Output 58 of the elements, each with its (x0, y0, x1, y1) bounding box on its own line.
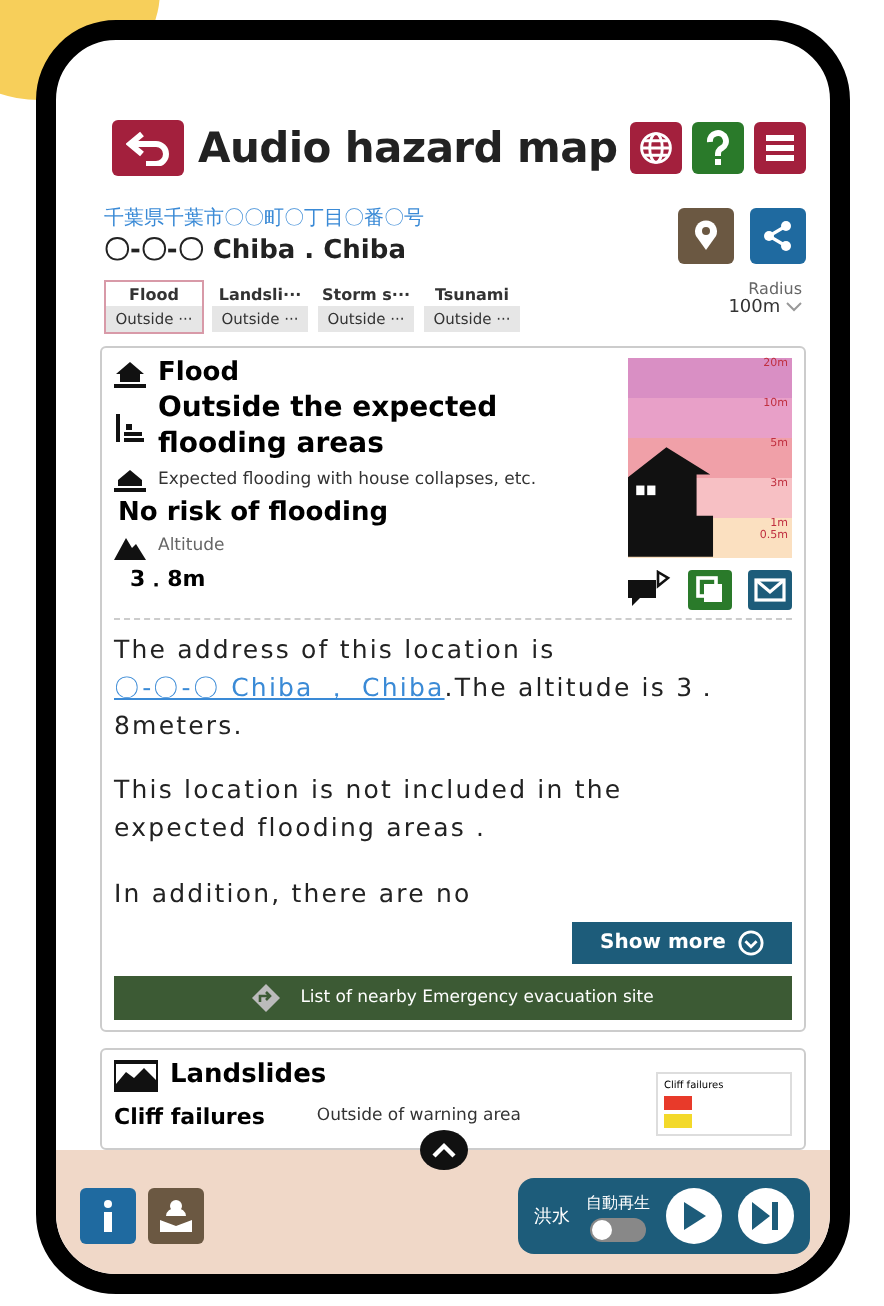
info-icon (102, 1200, 114, 1232)
water-level-icon (114, 413, 146, 441)
collapsed-house-icon (114, 466, 146, 494)
back-button[interactable] (112, 120, 184, 176)
skip-next-icon (752, 1202, 780, 1230)
evacuation-list-button[interactable]: List of nearby Emergency evacuation site (114, 975, 792, 1019)
description-paragraph: The address of this location is 〇-〇-〇 Chiba ， Chiba.The altitude is 3．8meters. (114, 632, 725, 743)
copy-button[interactable] (688, 570, 732, 610)
radius-selector[interactable]: Radius 100m (724, 280, 806, 334)
person-reading-icon (158, 1198, 194, 1234)
copy-icon (696, 576, 724, 604)
question-icon (704, 130, 732, 166)
app-title: Audio hazard map (198, 124, 618, 172)
language-button[interactable] (630, 122, 682, 174)
description-paragraph: This location is not included in the expected flooding areas . (114, 772, 625, 846)
speech-bubble-icon[interactable] (628, 570, 672, 610)
globe-icon (638, 130, 674, 166)
map-pin-icon (690, 220, 722, 252)
chevron-down-icon (737, 929, 764, 955)
share-icon (762, 220, 794, 252)
back-arrow-icon (126, 130, 170, 166)
legend-swatch (664, 1113, 692, 1127)
mail-button[interactable] (748, 570, 792, 610)
hazard-mode-label: 洪水 (534, 1205, 570, 1229)
direction-sign-icon (252, 983, 281, 1011)
menu-icon (764, 132, 796, 164)
next-button[interactable] (738, 1188, 794, 1244)
menu-button[interactable] (754, 122, 806, 174)
collapse-label: Expected flooding with house collapses, etc. (158, 470, 537, 490)
autoplay-label: 自動再生 (586, 1191, 650, 1213)
autoplay-toggle[interactable] (590, 1217, 646, 1241)
description-paragraph: In addition, there are no (114, 875, 474, 912)
address-name: 〇-〇-〇 Chiba . Chiba (104, 234, 408, 268)
expand-button[interactable] (419, 1130, 467, 1170)
section-title: Landslides (170, 1060, 327, 1090)
help-button[interactable] (692, 122, 744, 174)
mail-icon (754, 578, 786, 602)
section-title: Flood (158, 358, 240, 388)
address-kanji: 千葉県千葉市〇〇町〇丁目〇番〇号 (104, 205, 424, 232)
play-button[interactable] (666, 1188, 722, 1244)
collapse-value: No risk of flooding (118, 498, 391, 528)
play-icon (682, 1202, 706, 1230)
chevron-up-icon (431, 1142, 455, 1158)
share-button[interactable] (750, 208, 806, 264)
legend-swatch (664, 1095, 692, 1109)
cliff-status: Outside of warning area (316, 1106, 521, 1126)
altitude-label: Altitude (158, 536, 225, 556)
location-pin-button[interactable] (678, 208, 734, 264)
landscape-icon (114, 1059, 158, 1091)
show-more-button[interactable]: Show more (572, 921, 792, 963)
info-button[interactable] (80, 1188, 136, 1244)
house-icon (114, 359, 146, 387)
reader-button[interactable] (148, 1188, 204, 1244)
altitude-value: 3．8m (130, 564, 208, 594)
address-link[interactable]: 〇-〇-〇 Chiba ， Chiba (114, 671, 445, 702)
cliff-label: Cliff failures (114, 1103, 265, 1129)
flood-result: Outside the expected flooding areas (158, 392, 500, 462)
chevron-down-icon (786, 302, 802, 312)
